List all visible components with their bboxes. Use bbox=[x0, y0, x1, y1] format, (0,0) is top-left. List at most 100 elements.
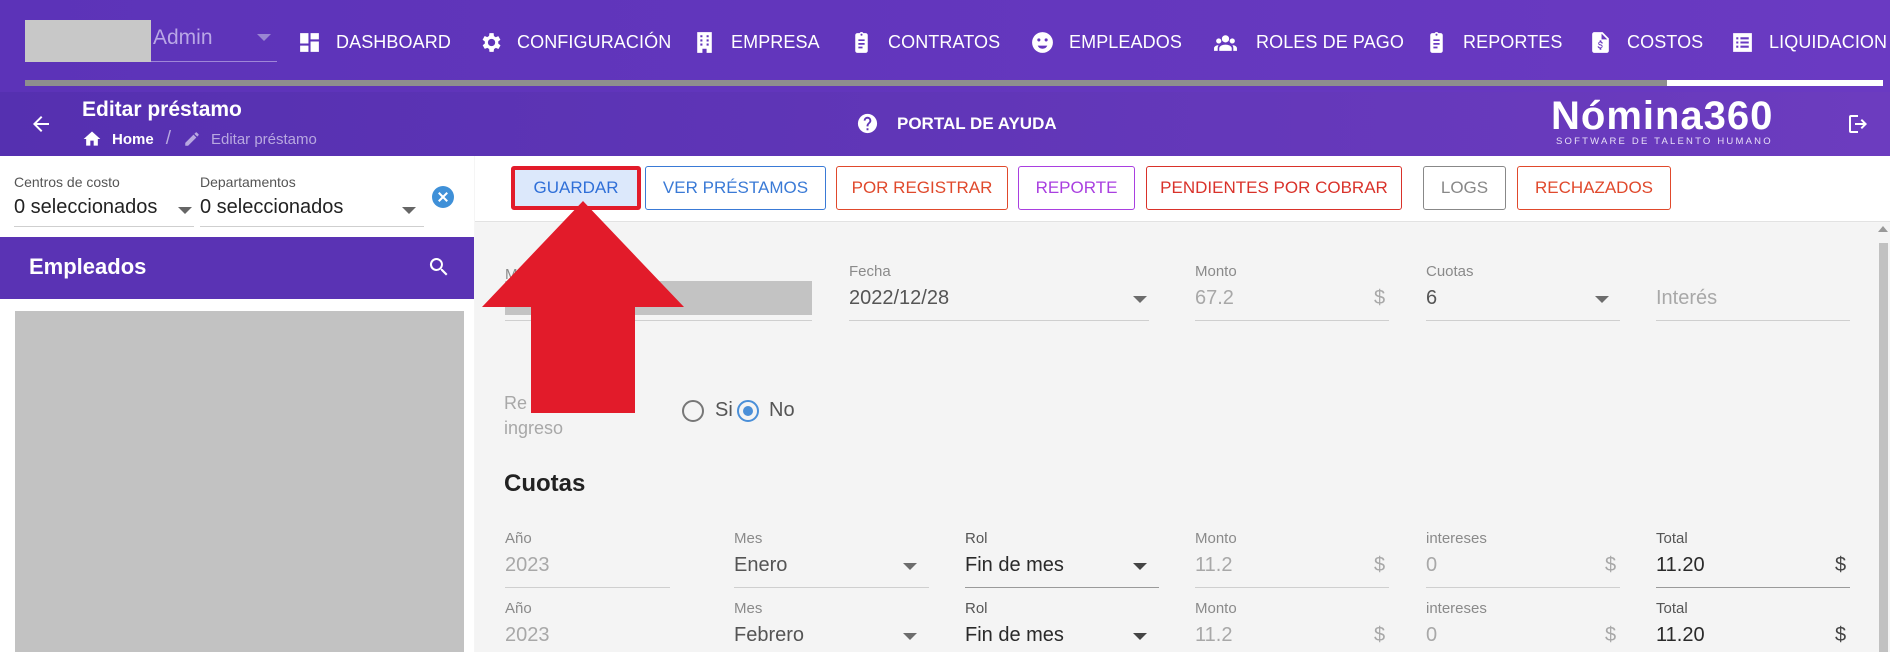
nav-item-label: EMPLEADOS bbox=[1069, 31, 1182, 52]
chevron-down-icon bbox=[903, 563, 917, 570]
role-select[interactable]: Fin de mes bbox=[965, 554, 1064, 577]
nav-item-configuracion[interactable]: CONFIGURACIÓN bbox=[478, 24, 671, 60]
motive-underline bbox=[505, 320, 812, 321]
breadcrumb-home[interactable]: Home bbox=[82, 129, 154, 149]
chevron-down-icon bbox=[1133, 563, 1147, 570]
page-title: Editar préstamo bbox=[82, 98, 242, 121]
nav-item-costos[interactable]: COSTOS bbox=[1588, 24, 1703, 60]
brand-logo: Nómina360 bbox=[1551, 94, 1774, 138]
year-field[interactable]: 2023 bbox=[505, 624, 550, 647]
role-select[interactable]: Fin de mes bbox=[965, 624, 1064, 647]
pending-registration-button[interactable]: POR REGISTRAR bbox=[836, 166, 1008, 210]
cost-centers-select[interactable]: Centros de costo 0 seleccionados bbox=[14, 174, 194, 227]
installment-amount-label: Monto bbox=[1195, 530, 1237, 547]
help-portal-link[interactable]: PORTAL DE AYUDA bbox=[856, 112, 1057, 135]
logs-button[interactable]: LOGS bbox=[1423, 166, 1506, 210]
cost-centers-underline bbox=[14, 226, 194, 227]
nav-item-reportes[interactable]: REPORTES bbox=[1424, 24, 1563, 60]
nav-item-empleados[interactable]: EMPLEADOS bbox=[1030, 24, 1182, 60]
admin-user-menu[interactable]: Admin bbox=[25, 18, 277, 62]
breadcrumb-current: Editar préstamo bbox=[183, 130, 317, 148]
pencil-icon bbox=[185, 132, 199, 146]
logout-icon[interactable] bbox=[1846, 112, 1870, 136]
nav-item-dashboard[interactable]: DASHBOARD bbox=[297, 24, 451, 60]
currency-symbol: $ bbox=[1835, 554, 1847, 576]
interest-field[interactable]: Interés bbox=[1656, 287, 1717, 310]
view-loans-button[interactable]: VER PRÉSTAMOS bbox=[645, 166, 826, 210]
installment-interest-field[interactable]: 0 bbox=[1426, 624, 1437, 647]
clear-filters-icon[interactable] bbox=[432, 186, 454, 208]
scroll-up-arrow[interactable] bbox=[1878, 226, 1888, 232]
amount-underline bbox=[1195, 320, 1389, 321]
breadcrumb-home-label: Home bbox=[112, 130, 154, 148]
date-underline bbox=[849, 320, 1149, 321]
chevron-down-icon bbox=[1133, 633, 1147, 640]
year-field[interactable]: 2023 bbox=[505, 554, 550, 577]
nav-item-empresa[interactable]: EMPRESA bbox=[692, 24, 820, 60]
pending-collection-button[interactable]: PENDIENTES POR COBRAR bbox=[1146, 166, 1402, 210]
rejected-button[interactable]: RECHAZADOS bbox=[1517, 166, 1671, 210]
breadcrumb-separator: / bbox=[165, 128, 171, 149]
departments-value: 0 seleccionados bbox=[200, 196, 344, 218]
radio-no[interactable] bbox=[737, 400, 759, 422]
cost-centers-label: Centros de costo bbox=[14, 174, 120, 190]
departments-select[interactable]: Departamentos 0 seleccionados bbox=[200, 174, 424, 227]
nav-item-contratos[interactable]: CONTRATOS bbox=[849, 24, 1000, 60]
month-label: Mes bbox=[734, 600, 763, 617]
save-button[interactable]: GUARDAR bbox=[511, 166, 641, 210]
nav-item-liquidaciones[interactable]: LIQUIDACIONES bbox=[1730, 24, 1886, 60]
month-select[interactable]: Enero bbox=[734, 554, 787, 577]
breadcrumb-current-label: Editar préstamo bbox=[210, 130, 317, 148]
currency-symbol: $ bbox=[1374, 287, 1386, 309]
reflect-label-line2: ingreso bbox=[504, 418, 564, 438]
invoice-icon bbox=[1592, 31, 1609, 53]
nav-item-label: DASHBOARD bbox=[336, 31, 451, 52]
report-button[interactable]: REPORTE bbox=[1018, 166, 1135, 210]
month-underline bbox=[734, 587, 929, 588]
currency-symbol: $ bbox=[1374, 624, 1386, 646]
currency-symbol: $ bbox=[1605, 554, 1617, 576]
chevron-down-icon bbox=[178, 207, 192, 214]
motive-input[interactable] bbox=[505, 281, 812, 315]
radio-si-label: Si bbox=[715, 399, 733, 421]
role-label: Rol bbox=[965, 600, 988, 617]
installment-amount-label: Monto bbox=[1195, 600, 1237, 617]
brand-tagline: SOFTWARE DE TALENTO HUMANO bbox=[1556, 136, 1773, 147]
installment-interest-field[interactable]: 0 bbox=[1426, 554, 1437, 577]
help-label: PORTAL DE AYUDA bbox=[897, 113, 1057, 133]
nav-item-label: CONTRATOS bbox=[888, 31, 1001, 52]
page-header: Editar préstamo Home / Editar préstamo P… bbox=[0, 92, 1890, 156]
employees-header: Empleados bbox=[0, 237, 474, 299]
radio-si[interactable] bbox=[682, 400, 704, 422]
back-arrow-icon[interactable] bbox=[29, 112, 53, 136]
currency-symbol: $ bbox=[1374, 554, 1386, 576]
installments-select[interactable]: 6 bbox=[1426, 287, 1437, 310]
month-label: Mes bbox=[734, 530, 763, 547]
amount-field[interactable]: 67.2 bbox=[1195, 287, 1234, 310]
building-icon bbox=[697, 31, 712, 53]
month-select[interactable]: Febrero bbox=[734, 624, 804, 647]
gear-icon bbox=[482, 32, 501, 52]
interest-underline bbox=[1656, 320, 1850, 321]
installment-total-field[interactable]: 11.20 bbox=[1656, 554, 1705, 577]
installment-amount-field[interactable]: 11.2 bbox=[1195, 554, 1232, 577]
scrollbar[interactable] bbox=[1879, 243, 1888, 652]
employee-list-placeholder bbox=[15, 311, 464, 652]
reflect-label: Re bbox=[504, 393, 528, 413]
admin-name: Admin bbox=[153, 26, 213, 49]
help-icon bbox=[857, 113, 878, 134]
loan-form: M Fecha 2022/12/28 Monto 67.2 $ Cuotas 6… bbox=[475, 223, 1890, 652]
role-underline bbox=[965, 587, 1159, 588]
installment-total-field[interactable]: 11.20 bbox=[1656, 624, 1705, 647]
installment-total-underline bbox=[1656, 587, 1850, 588]
search-icon[interactable] bbox=[427, 255, 451, 279]
nav-active-indicator bbox=[1667, 80, 1883, 86]
date-field[interactable]: 2022/12/28 bbox=[849, 287, 949, 310]
chevron-down-icon bbox=[1133, 296, 1147, 303]
date-label: Fecha bbox=[849, 263, 891, 280]
avatar bbox=[25, 20, 151, 62]
face-icon bbox=[1032, 31, 1053, 53]
nav-item-roles-de-pago[interactable]: ROLES DE PAGO bbox=[1209, 24, 1404, 60]
nav-item-label: COSTOS bbox=[1627, 31, 1704, 52]
installment-amount-field[interactable]: 11.2 bbox=[1195, 624, 1232, 647]
